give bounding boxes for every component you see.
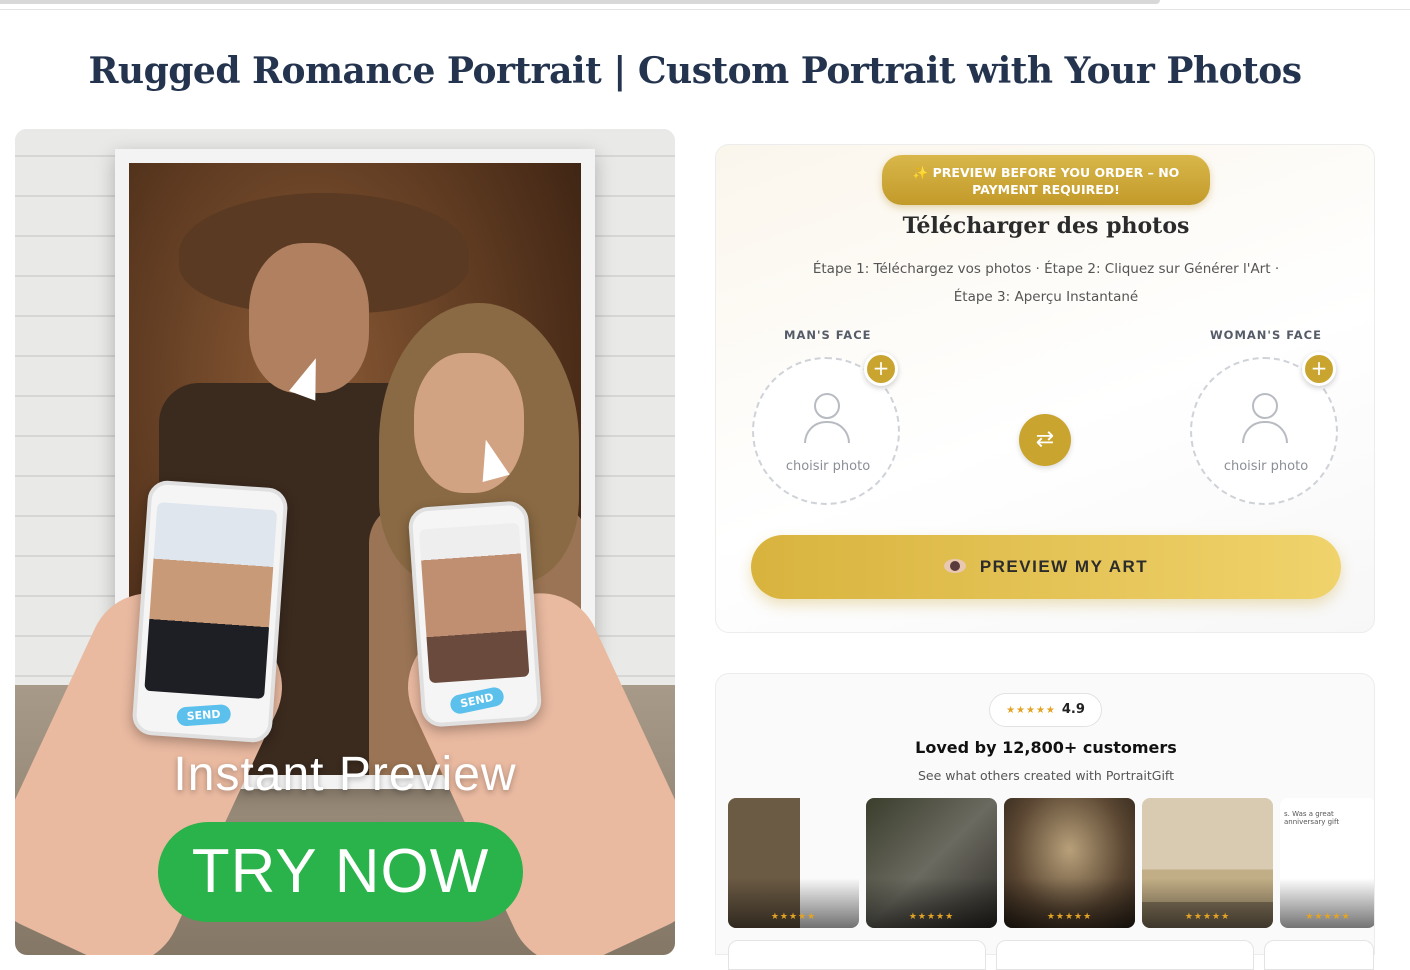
reviews-headline: Loved by 12,800+ customers <box>915 738 1177 757</box>
star-rating-icon: ★★★★★ <box>1305 912 1351 922</box>
page-title: Rugged Romance Portrait | Custom Portrai… <box>88 50 1302 92</box>
steps-line-1: Étape 1: Téléchargez vos photos · Étape … <box>812 261 1280 277</box>
review-thumbnail[interactable]: ★★★★★ <box>728 798 859 928</box>
add-woman-photo-icon[interactable]: + <box>1302 352 1336 386</box>
review-caption: s. Was a great anniversary gift <box>1284 810 1340 826</box>
star-rating-icon: ★★★★★ <box>908 912 955 922</box>
man-face-label: MAN'S FACE <box>784 328 872 342</box>
preview-my-art-button[interactable]: PREVIEW MY ART <box>751 535 1341 599</box>
review-thumbnail[interactable]: ★★★★★ <box>1142 798 1273 928</box>
product-hero-image[interactable]: SEND SEND Instant Preview TRY NOW <box>15 129 675 955</box>
send-badge: SEND <box>448 685 506 716</box>
steps-line-2: Étape 3: Aperçu Instantané <box>953 289 1139 305</box>
phone-man-photo: SEND <box>131 479 289 744</box>
upload-title: Télécharger des photos <box>902 213 1190 239</box>
add-man-photo-icon[interactable]: + <box>864 352 898 386</box>
star-rating-icon: ★★★★★ <box>1184 912 1231 922</box>
star-rating-icon: ★★★★★ <box>1006 705 1056 716</box>
reviews-subline: See what others created with PortraitGif… <box>917 768 1175 783</box>
upload-photos-card: ✨ PREVIEW BEFORE YOU ORDER – NO PAYMENT … <box>715 144 1375 633</box>
browser-top-strip <box>0 0 1410 10</box>
try-now-button[interactable]: TRY NOW <box>158 822 523 922</box>
preview-badge: ✨ PREVIEW BEFORE YOU ORDER – NO PAYMENT … <box>882 155 1210 205</box>
phone-screen-woman <box>418 522 530 684</box>
send-badge: SEND <box>176 703 232 727</box>
review-thumbnail[interactable]: s. Was a great anniversary gift ★★★★★ <box>1280 798 1374 928</box>
rating-badge: ★★★★★ 4.9 <box>989 693 1102 727</box>
review-card-peek <box>1264 940 1374 970</box>
scroll-indicator <box>0 0 1160 4</box>
star-rating-icon: ★★★★★ <box>770 912 817 922</box>
review-thumbnail[interactable]: ★★★★★ <box>866 798 997 928</box>
user-icon <box>804 393 850 443</box>
preview-button-label: PREVIEW MY ART <box>979 557 1149 576</box>
phone-woman-photo: SEND <box>407 500 543 728</box>
review-card-peek <box>728 940 986 970</box>
review-card-peek <box>996 940 1254 970</box>
user-icon <box>1242 393 1288 443</box>
choose-photo-label: choisir photo <box>1223 459 1309 474</box>
woman-face-label: WOMAN'S FACE <box>1210 328 1322 342</box>
review-thumbnail[interactable]: ★★★★★ <box>1004 798 1135 928</box>
upload-steps: Étape 1: Téléchargez vos photos · Étape … <box>776 255 1316 311</box>
star-rating-icon: ★★★★★ <box>1046 912 1093 922</box>
phone-screen-man <box>144 502 278 699</box>
instant-preview-text: Instant Preview <box>173 748 517 801</box>
rating-value: 4.9 <box>1061 702 1085 717</box>
eye-icon <box>943 559 966 574</box>
reviews-section: ★★★★★ 4.9 Loved by 12,800+ customers See … <box>715 673 1375 955</box>
swap-faces-button[interactable]: ⇄ <box>1019 414 1071 466</box>
choose-photo-label: choisir photo <box>785 459 871 474</box>
